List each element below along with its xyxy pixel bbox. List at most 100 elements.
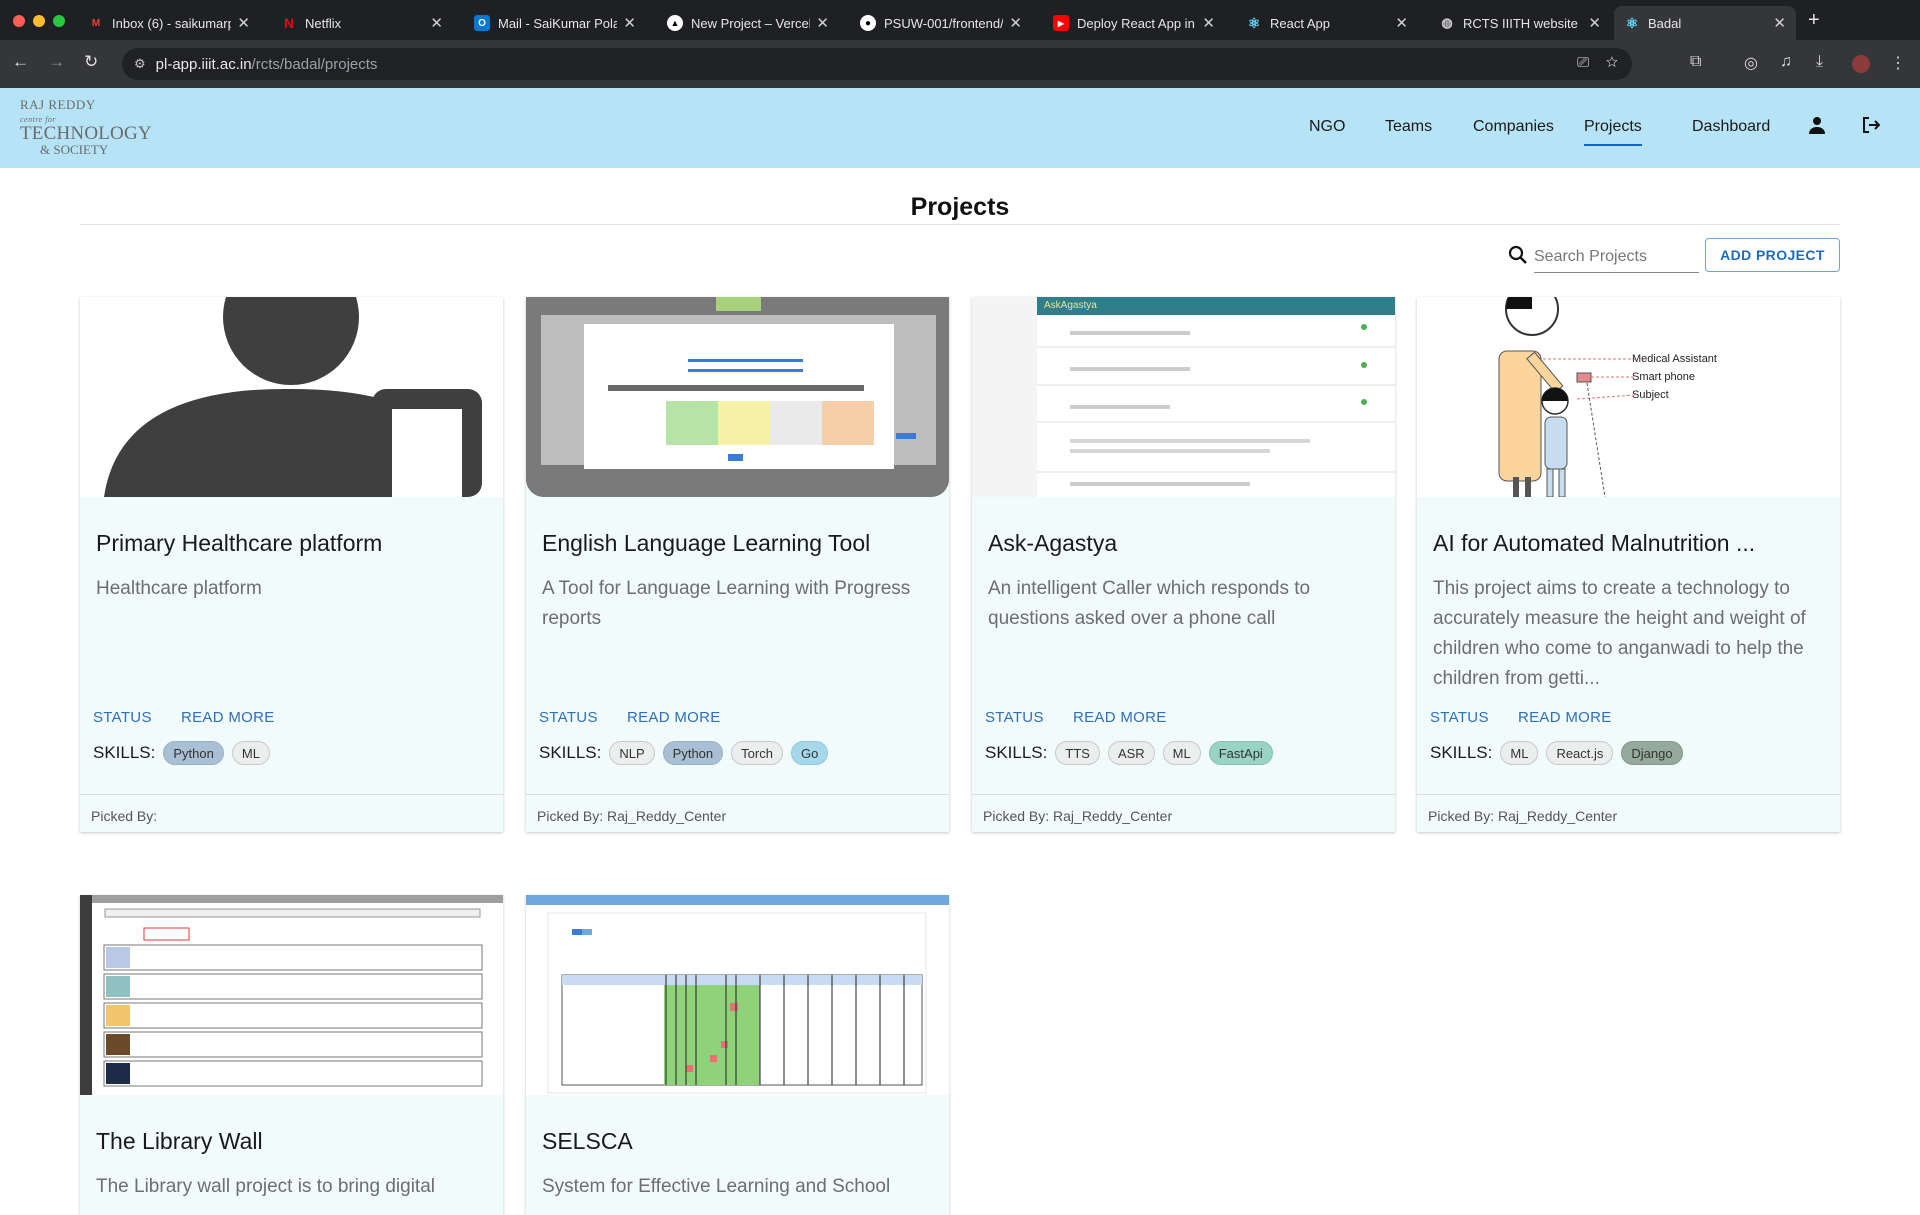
- skill-chip: Python: [662, 741, 724, 765]
- tab-title: Mail - SaiKumar Pola: [498, 15, 618, 31]
- skills-label: SKILLS:: [539, 743, 602, 762]
- project-description: The Library wall project is to bring dig…: [96, 1176, 435, 1197]
- back-arrow-icon[interactable]: ←: [12, 52, 29, 72]
- skills-label: SKILLS:: [1430, 743, 1493, 762]
- card-footer: Picked By: Raj_Reddy_Center: [1417, 794, 1840, 832]
- close-tab-icon[interactable]: ✕: [1588, 14, 1601, 32]
- picked-by-label: Picked By:: [537, 808, 604, 824]
- read-more-button[interactable]: READ MORE: [181, 709, 275, 726]
- image-header-text: AskAgastya: [1044, 300, 1097, 311]
- result-screenshot-image: [526, 297, 949, 497]
- rcts-logo[interactable]: RAJ REDDY centre for TECHNOLOGY & SOCIET…: [20, 98, 152, 156]
- site-info-icon[interactable]: ⚙: [134, 56, 146, 72]
- skills-row: SKILLS: NLP Python Torch Go: [539, 741, 836, 765]
- project-title[interactable]: The Library Wall: [96, 1128, 263, 1155]
- close-tab-icon[interactable]: ✕: [1009, 14, 1022, 32]
- nav-projects[interactable]: Projects: [1584, 118, 1642, 146]
- status-button[interactable]: STATUS: [985, 709, 1044, 726]
- close-tab-icon[interactable]: ✕: [1202, 14, 1215, 32]
- address-bar[interactable]: ⚙ pl-app.iiit.ac.in/rcts/badal/projects …: [122, 48, 1632, 80]
- skill-chip: TTS: [1055, 741, 1100, 765]
- nav-companies[interactable]: Companies: [1473, 118, 1554, 136]
- downloads-icon[interactable]: ⤓: [1816, 53, 1823, 71]
- react-icon: ⚛: [1247, 14, 1261, 31]
- zoom-window-button[interactable]: [53, 15, 65, 27]
- project-image: [526, 297, 949, 497]
- project-title[interactable]: SELSCA: [542, 1128, 633, 1155]
- reload-icon[interactable]: ↻: [84, 52, 98, 72]
- add-project-button[interactable]: ADD PROJECT: [1705, 238, 1840, 272]
- install-app-icon[interactable]: ⎚: [1577, 54, 1589, 71]
- picked-by-value: Raj_Reddy_Center: [607, 808, 727, 824]
- project-title[interactable]: English Language Learning Tool: [542, 530, 870, 557]
- close-tab-icon[interactable]: ✕: [1395, 14, 1408, 32]
- nav-ngo[interactable]: NGO: [1309, 118, 1345, 136]
- skills-label: SKILLS:: [93, 743, 156, 762]
- extensions-icon[interactable]: ⧉: [1690, 53, 1701, 71]
- nav-teams[interactable]: Teams: [1385, 118, 1432, 136]
- skills-row: SKILLS: Python ML: [93, 741, 278, 765]
- project-title[interactable]: Primary Healthcare platform: [96, 530, 382, 557]
- card-footer: Picked By: Raj_Reddy_Center: [526, 794, 949, 832]
- browser-tab[interactable]: M Inbox (6) - saikumarp ✕: [78, 6, 260, 40]
- skill-chip: Go: [790, 741, 829, 765]
- account-icon[interactable]: [1808, 116, 1826, 139]
- status-button[interactable]: STATUS: [93, 709, 152, 726]
- library-screenshot-image: [80, 895, 503, 1095]
- browser-tab[interactable]: ▶ Deploy React App in ✕: [1043, 6, 1225, 40]
- project-card: Primary Healthcare platform Healthcare p…: [80, 297, 503, 832]
- minimize-window-button[interactable]: [33, 15, 45, 27]
- close-tab-icon[interactable]: ✕: [623, 14, 636, 32]
- picked-by-label: Picked By:: [983, 808, 1050, 824]
- read-more-button[interactable]: READ MORE: [1518, 709, 1612, 726]
- close-tab-icon[interactable]: ✕: [1773, 14, 1786, 32]
- project-image: AskAgastya: [972, 297, 1395, 497]
- close-tab-icon[interactable]: ✕: [430, 14, 443, 32]
- project-description: A Tool for Language Learning with Progre…: [542, 578, 911, 629]
- globe-icon: ◍: [1441, 15, 1453, 30]
- project-title[interactable]: AI for Automated Malnutrition ...: [1433, 530, 1755, 557]
- status-button[interactable]: STATUS: [539, 709, 598, 726]
- search-input[interactable]: [1534, 241, 1699, 273]
- browser-tab[interactable]: ⚛ React App ✕: [1236, 6, 1418, 40]
- url-text: pl-app.iiit.ac.in/rcts/badal/projects: [156, 56, 378, 73]
- status-button[interactable]: STATUS: [1430, 709, 1489, 726]
- divider: [80, 224, 1840, 225]
- browser-tab-active[interactable]: ⚛ Badal ✕: [1614, 6, 1796, 40]
- close-tab-icon[interactable]: ✕: [237, 14, 250, 32]
- skills-row: SKILLS: ML React.js Django: [1430, 741, 1691, 765]
- url-host: pl-app.iiit.ac.in: [155, 55, 252, 73]
- bookmark-star-icon[interactable]: ☆: [1606, 54, 1618, 71]
- browser-tab[interactable]: ● PSUW-001/frontend/ ✕: [850, 6, 1032, 40]
- browser-tab[interactable]: O Mail - SaiKumar Pola ✕: [464, 6, 646, 40]
- browser-menu-icon[interactable]: ⋮: [1890, 53, 1906, 73]
- close-window-button[interactable]: [13, 15, 25, 27]
- vercel-icon: ▲: [667, 15, 683, 31]
- skill-chip: ML: [231, 741, 270, 765]
- read-more-button[interactable]: READ MORE: [1073, 709, 1167, 726]
- nav-dashboard[interactable]: Dashboard: [1692, 118, 1770, 136]
- project-title[interactable]: Ask-Agastya: [988, 530, 1117, 557]
- browser-tab[interactable]: N Netflix ✕: [271, 6, 453, 40]
- logout-icon[interactable]: [1862, 116, 1881, 139]
- page-title: Projects: [910, 193, 1010, 221]
- read-more-button[interactable]: READ MORE: [627, 709, 721, 726]
- media-controls-icon[interactable]: ♫: [1780, 53, 1792, 71]
- skill-chip: React.js: [1546, 741, 1614, 765]
- gmail-icon: M: [91, 17, 101, 29]
- project-image: [80, 297, 503, 497]
- profile-avatar[interactable]: [1852, 55, 1870, 73]
- browser-tab[interactable]: ▲ New Project – Vercel ✕: [657, 6, 839, 40]
- new-tab-button[interactable]: +: [1808, 9, 1820, 32]
- browser-tab[interactable]: ◍ RCTS IIITH website ✕: [1429, 6, 1611, 40]
- omnibox-actions: ⎚ ☆: [1577, 54, 1618, 71]
- project-description: System for Effective Learning and School: [542, 1176, 891, 1197]
- close-tab-icon[interactable]: ✕: [816, 14, 829, 32]
- person-placeholder-image: [80, 297, 503, 497]
- selsca-screenshot-image: [526, 895, 949, 1095]
- forward-arrow-icon[interactable]: →: [48, 52, 65, 72]
- skill-chip: Django: [1621, 741, 1683, 765]
- tab-title: Badal: [1648, 15, 1682, 31]
- react-icon: ⚛: [1625, 14, 1639, 31]
- extension-icon[interactable]: ◎: [1744, 53, 1758, 73]
